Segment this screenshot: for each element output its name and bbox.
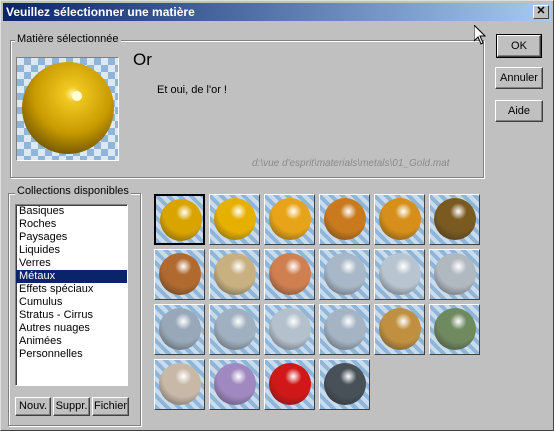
material-file-path: d:\vue d'esprit\materials\metals\01_Gold… xyxy=(252,158,450,169)
material-thumbnail[interactable] xyxy=(319,359,370,410)
material-preview xyxy=(16,57,119,161)
collections-list[interactable]: Basiques Roches Paysages Liquides Verres… xyxy=(15,204,128,386)
list-item-selected[interactable]: Métaux xyxy=(16,270,127,283)
material-thumbnail[interactable] xyxy=(209,359,260,410)
material-sphere xyxy=(159,363,201,405)
material-sphere xyxy=(434,308,476,350)
material-sphere xyxy=(434,253,476,295)
material-sphere xyxy=(214,198,256,240)
list-item[interactable]: Basiques xyxy=(16,205,127,218)
list-item[interactable]: Animées xyxy=(16,335,127,348)
list-item[interactable]: Autres nuages xyxy=(16,322,127,335)
material-sphere xyxy=(379,308,421,350)
material-sphere xyxy=(434,198,476,240)
help-button[interactable]: Aide xyxy=(495,100,543,122)
material-thumbnail[interactable] xyxy=(264,194,315,245)
material-sphere xyxy=(269,308,311,350)
material-thumbnail[interactable] xyxy=(374,249,425,300)
material-sphere xyxy=(160,199,202,241)
material-sphere xyxy=(379,198,421,240)
material-thumbnail[interactable] xyxy=(209,249,260,300)
selected-material-legend: Matière sélectionnée xyxy=(15,33,121,45)
material-thumbnail[interactable] xyxy=(264,249,315,300)
new-collection-button[interactable]: Nouv. xyxy=(15,397,51,416)
list-item[interactable]: Effets spéciaux xyxy=(16,283,127,296)
delete-collection-button[interactable]: Suppr. xyxy=(53,397,90,416)
material-thumbnail[interactable] xyxy=(319,249,370,300)
mouse-pointer-icon xyxy=(474,25,486,45)
material-sphere xyxy=(214,363,256,405)
list-item[interactable]: Liquides xyxy=(16,244,127,257)
material-thumbnail[interactable] xyxy=(429,249,480,300)
close-button[interactable]: ✕ xyxy=(533,5,549,19)
material-thumbnail-grid xyxy=(154,194,484,414)
list-item[interactable]: Cumulus xyxy=(16,296,127,309)
cancel-button[interactable]: Annuler xyxy=(495,67,543,89)
material-name: Or xyxy=(133,50,152,69)
material-thumbnail[interactable] xyxy=(154,249,205,300)
ok-button[interactable]: OK xyxy=(496,34,542,58)
material-sphere xyxy=(269,363,311,405)
list-item[interactable]: Personnelles xyxy=(16,348,127,361)
material-thumbnail[interactable] xyxy=(209,304,260,355)
material-sphere xyxy=(269,198,311,240)
material-sphere xyxy=(324,253,366,295)
material-sphere xyxy=(324,198,366,240)
material-thumbnail[interactable] xyxy=(374,194,425,245)
material-sphere xyxy=(379,253,421,295)
material-thumbnail[interactable] xyxy=(154,304,205,355)
window-title: Veuillez sélectionner une matière xyxy=(6,5,195,19)
gold-sphere-preview xyxy=(17,58,118,160)
material-thumbnail[interactable] xyxy=(429,304,480,355)
material-sphere xyxy=(324,308,366,350)
file-collection-button[interactable]: Fichier xyxy=(92,397,129,416)
collections-legend: Collections disponibles xyxy=(15,185,131,197)
material-thumbnail[interactable] xyxy=(319,194,370,245)
list-item[interactable]: Verres xyxy=(16,257,127,270)
list-item[interactable]: Stratus - Cirrus xyxy=(16,309,127,322)
material-thumbnail[interactable] xyxy=(154,359,205,410)
material-sphere xyxy=(159,253,201,295)
list-item[interactable]: Roches xyxy=(16,218,127,231)
material-sphere xyxy=(269,253,311,295)
material-sphere xyxy=(214,308,256,350)
material-thumbnail[interactable] xyxy=(374,304,425,355)
material-sphere xyxy=(159,308,201,350)
title-bar[interactable]: Veuillez sélectionner une matière ✕ xyxy=(3,3,551,21)
material-description: Et oui, de l'or ! xyxy=(157,84,227,96)
material-thumbnail[interactable] xyxy=(319,304,370,355)
material-sphere xyxy=(214,253,256,295)
material-thumbnail[interactable] xyxy=(154,194,205,245)
material-thumbnail[interactable] xyxy=(264,359,315,410)
material-thumbnail[interactable] xyxy=(264,304,315,355)
material-thumbnail[interactable] xyxy=(429,194,480,245)
list-item[interactable]: Paysages xyxy=(16,231,127,244)
material-sphere xyxy=(324,363,366,405)
material-thumbnail[interactable] xyxy=(209,194,260,245)
